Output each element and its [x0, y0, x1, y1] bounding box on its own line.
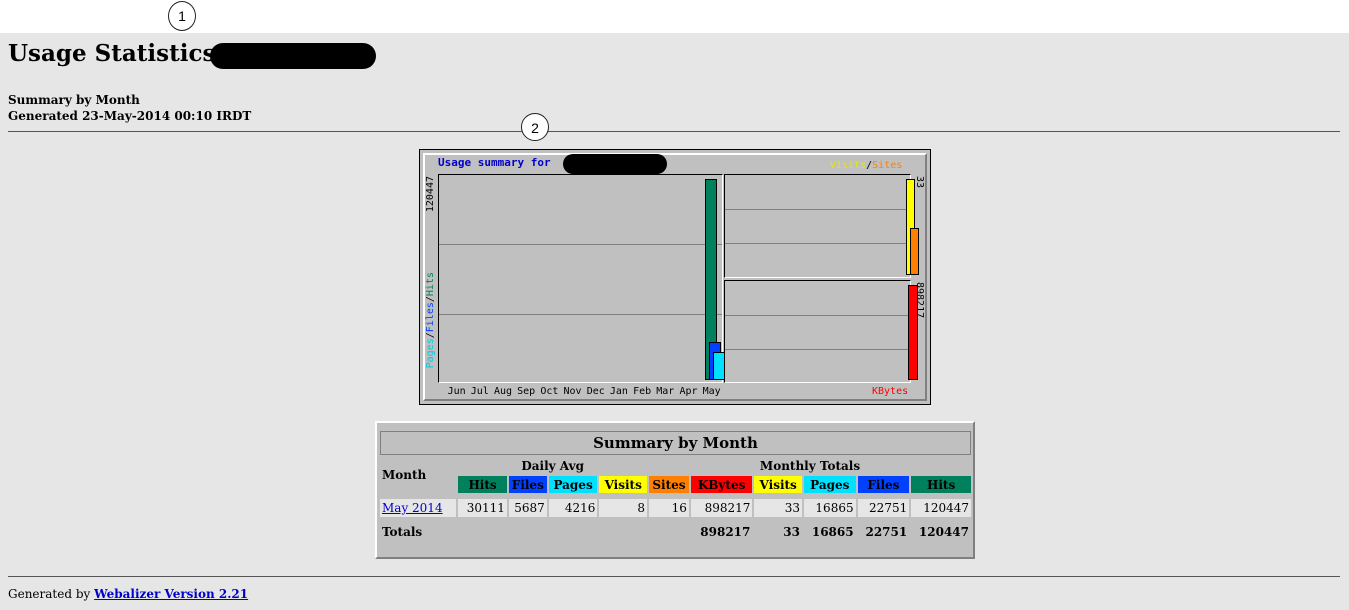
table-row: May 2014 30111 5687 4216 8 16 898217 33 … [380, 499, 971, 517]
col-monthly-files: Files [857, 476, 910, 493]
gridline [725, 315, 910, 316]
month-tick-label: Aug [493, 386, 512, 397]
visits-max-label: 33 [914, 176, 925, 189]
col-monthly-visits: Visits [754, 476, 802, 493]
total-kbytes: 898217 [690, 523, 753, 541]
daily-avg-header: Daily Avg [458, 457, 648, 474]
totals-row: Totals 898217 33 16865 22751 120447 [380, 523, 971, 541]
month-tick-label: Oct [540, 386, 559, 397]
pages-files-hits-axis-label: Pages/Files/Hits [425, 272, 436, 368]
chart-title: Usage summary for [438, 156, 551, 169]
axis-label-sep: / [425, 332, 436, 339]
footer-prefix: Generated by [8, 587, 91, 601]
sites-bar [909, 228, 919, 275]
col-daily-pages: Pages [548, 476, 598, 493]
cell-daily-visits: 8 [599, 499, 648, 517]
month-tick-label: Sep [517, 386, 536, 397]
cell-monthly-visits: 33 [754, 499, 802, 517]
gridline [439, 314, 722, 315]
cell-monthly-pages: 16865 [803, 499, 856, 517]
month-axis: Jun Jul Aug Sep Oct Nov Dec Jan Feb Mar Apr May [445, 386, 723, 397]
col-daily-hits: Hits [458, 476, 507, 493]
col-monthly-pages: Pages [803, 476, 856, 493]
col-daily-files: Files [508, 476, 547, 493]
monthly-totals-header: Monthly Totals [649, 457, 971, 474]
kbytes-panel [724, 280, 918, 383]
cell-monthly-kbytes: 898217 [690, 499, 753, 517]
total-pages: 16865 [803, 523, 856, 541]
month-tick-label: Jul [470, 386, 489, 397]
browser-top-area [0, 0, 1349, 33]
total-files: 22751 [857, 523, 910, 541]
generated-timestamp: Generated 23-May-2014 00:10 IRDT [8, 109, 252, 123]
gridline [439, 244, 722, 245]
month-tick-label: Mar [656, 386, 675, 397]
gridline [725, 209, 910, 210]
month-cell: May 2014 [380, 499, 457, 517]
col-monthly-hits: Hits [911, 476, 971, 493]
month-tick-label: May [702, 386, 721, 397]
kbytes-max-label: 898217 [914, 282, 925, 319]
redacted-chart-hostname [563, 154, 667, 174]
cell-monthly-files: 22751 [857, 499, 910, 517]
axis-label-files: Files [425, 302, 436, 333]
summary-table: Summary by Month Month Daily Avg Monthly… [378, 429, 973, 543]
visits-sites-legend: Visits/Sites [830, 160, 902, 171]
table-title: Summary by Month [380, 431, 971, 455]
totals-label: Totals [380, 523, 689, 541]
month-tick-label: Nov [563, 386, 582, 397]
hits-max-label: 120447 [425, 176, 436, 213]
month-header: Month [380, 457, 457, 493]
annotation-marker-2: 2 [521, 113, 549, 141]
month-tick-label: Apr [679, 386, 698, 397]
kbytes-axis-label: KBytes [872, 386, 909, 397]
col-daily-visits: Visits [599, 476, 648, 493]
month-tick-label: Jun [447, 386, 466, 397]
month-link-may-2014[interactable]: May 2014 [382, 501, 443, 515]
legend-visits: Visits [830, 160, 867, 171]
gridline [725, 349, 910, 350]
cell-daily-files: 5687 [508, 499, 547, 517]
total-hits: 120447 [911, 523, 971, 541]
axis-label-sep: / [425, 296, 436, 303]
legend-sites: Sites [872, 160, 903, 171]
summary-heading: Summary by Month [8, 93, 140, 107]
bottom-divider [8, 576, 1340, 577]
webalizer-link[interactable]: Webalizer Version 2.21 [94, 587, 248, 601]
visits-sites-panel [724, 174, 919, 278]
col-monthly-kbytes: KBytes [690, 476, 753, 493]
col-monthly-sites: Sites [649, 476, 689, 493]
cell-monthly-hits: 120447 [911, 499, 971, 517]
month-tick-label: Feb [633, 386, 652, 397]
gridline [725, 243, 910, 244]
footer: Generated by Webalizer Version 2.21 [8, 587, 248, 601]
month-tick-label: Jan [609, 386, 628, 397]
cell-daily-pages: 4216 [548, 499, 598, 517]
month-tick-label: Dec [586, 386, 605, 397]
total-visits: 33 [754, 523, 802, 541]
report-subheading: Summary by Month Generated 23-May-2014 0… [8, 92, 251, 124]
axis-label-hits: Hits [425, 272, 436, 297]
cell-daily-hits: 30111 [458, 499, 507, 517]
axis-label-pages: Pages [425, 338, 436, 369]
cell-monthly-sites: 16 [649, 499, 689, 517]
hits-files-pages-panel [438, 174, 726, 383]
summary-table-panel: Summary by Month Month Daily Avg Monthly… [375, 421, 975, 559]
top-divider [8, 131, 1340, 132]
annotation-marker-1: 1 [168, 1, 196, 31]
redacted-hostname [210, 43, 376, 69]
